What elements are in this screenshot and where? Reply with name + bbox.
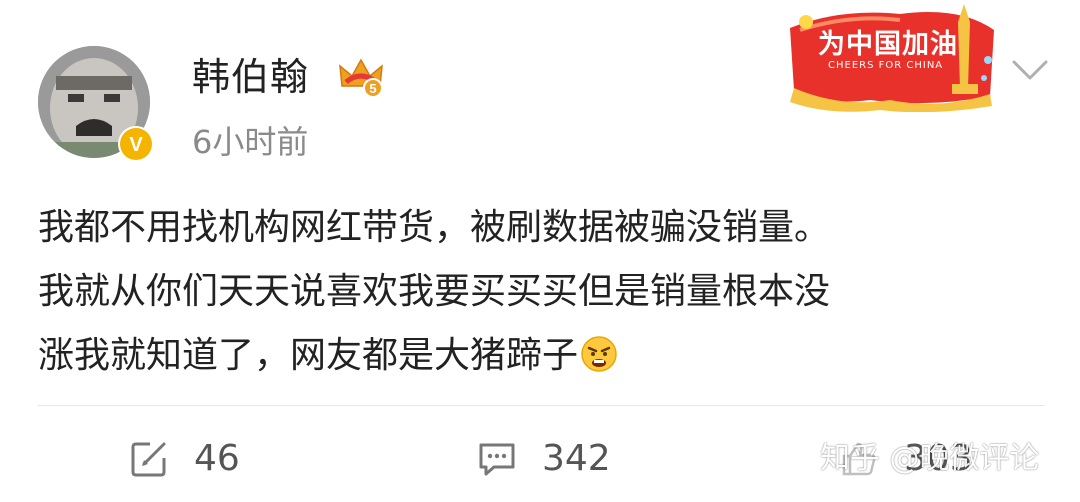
zhihu-watermark: 知乎 @晚微评论 <box>820 441 1040 476</box>
repost-icon <box>128 438 170 480</box>
comment-button[interactable]: 342 <box>476 434 611 484</box>
svg-text:V: V <box>129 134 143 156</box>
comment-count: 342 <box>542 438 611 479</box>
weibo-post-card: V 韩伯翰 5 6小时前 为中国加油 CHEERS FOR CHINA 我都不用… <box>0 0 1080 502</box>
chevron-down-icon[interactable] <box>1008 54 1052 86</box>
content-line-with-emoji: 涨我就知道了，网友都是大猪蹄子 <box>38 324 1048 388</box>
content-line-text: 涨我就知道了，网友都是大猪蹄子 <box>38 335 579 376</box>
divider <box>38 405 1044 406</box>
comment-icon <box>476 438 518 480</box>
author-name[interactable]: 韩伯翰 <box>192 52 309 102</box>
repost-button[interactable]: 46 <box>128 434 240 484</box>
verified-badge-icon: V <box>118 126 154 162</box>
content-line: 我都不用找机构网红带货，被刷数据被骗没销量。 <box>38 207 831 248</box>
cheers-for-china-banner[interactable]: 为中国加油 CHEERS FOR CHINA <box>780 0 1000 112</box>
content-line: 我就从你们天天说喜欢我要买买买但是销量根本没 <box>38 271 831 312</box>
banner-title: 为中国加油 <box>818 29 958 60</box>
post-content: 我都不用找机构网红带货，被刷数据被骗没销量。 我就从你们天天说喜欢我要买买买但是… <box>38 196 1048 388</box>
banner-subtitle: CHEERS FOR CHINA <box>828 60 944 71</box>
angry-face-emoji-icon <box>580 335 618 373</box>
vip-crown-icon[interactable]: 5 <box>338 56 384 98</box>
repost-count: 46 <box>194 438 240 479</box>
svg-text:5: 5 <box>369 81 376 96</box>
post-timestamp: 6小时前 <box>192 123 309 161</box>
